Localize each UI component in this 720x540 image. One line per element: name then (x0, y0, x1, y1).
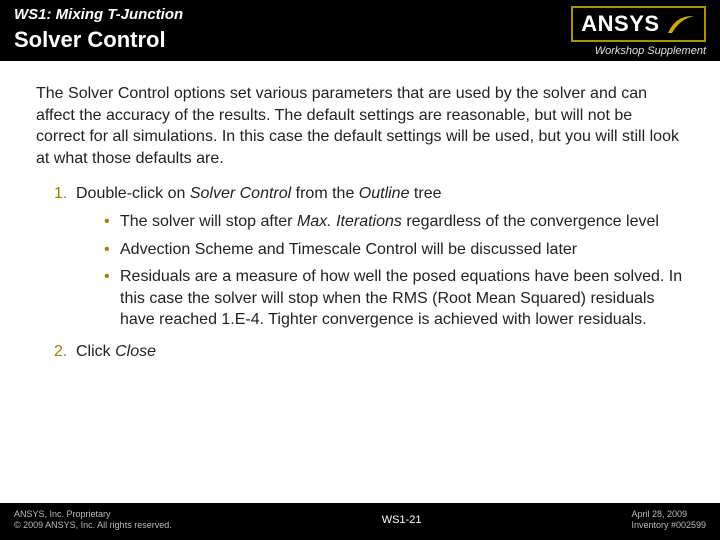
step-item: 2. Click Close (54, 341, 684, 363)
copyright-label: © 2009 ANSYS, Inc. All rights reserved. (14, 520, 172, 532)
inventory-label: Inventory #002599 (631, 520, 706, 532)
step-text: Double-click on Solver Control from the … (76, 185, 442, 202)
workshop-supplement-label: Workshop Supplement (571, 45, 706, 57)
logo-text: ANSYS (581, 11, 659, 37)
bullet-item: Residuals are a measure of how well the … (104, 266, 684, 331)
step-number: 1. (54, 183, 67, 205)
step-number: 2. (54, 341, 67, 363)
slide-body: The Solver Control options set various p… (0, 61, 720, 503)
ansys-logo: ANSYS (571, 6, 706, 42)
slide: WS1: Mixing T-Junction Solver Control AN… (0, 0, 720, 540)
slide-footer: ANSYS, Inc. Proprietary © 2009 ANSYS, In… (0, 503, 720, 540)
step-item: 1. Double-click on Solver Control from t… (54, 183, 684, 331)
bullet-item: The solver will stop after Max. Iteratio… (104, 211, 684, 233)
intro-paragraph: The Solver Control options set various p… (36, 83, 684, 169)
bullets-list: The solver will stop after Max. Iteratio… (76, 211, 684, 331)
footer-right: April 28, 2009 Inventory #002599 (631, 509, 706, 532)
bullet-item: Advection Scheme and Timescale Control w… (104, 239, 684, 261)
step-text: Click Close (76, 343, 156, 360)
slide-header: WS1: Mixing T-Junction Solver Control AN… (0, 0, 720, 61)
footer-left: ANSYS, Inc. Proprietary © 2009 ANSYS, In… (14, 509, 172, 532)
logo-block: ANSYS Workshop Supplement (571, 6, 706, 57)
footer-page-number: WS1-21 (382, 514, 422, 526)
date-label: April 28, 2009 (631, 509, 706, 521)
swoosh-icon (666, 13, 696, 35)
proprietary-label: ANSYS, Inc. Proprietary (14, 509, 172, 521)
steps-list: 1. Double-click on Solver Control from t… (36, 183, 684, 362)
